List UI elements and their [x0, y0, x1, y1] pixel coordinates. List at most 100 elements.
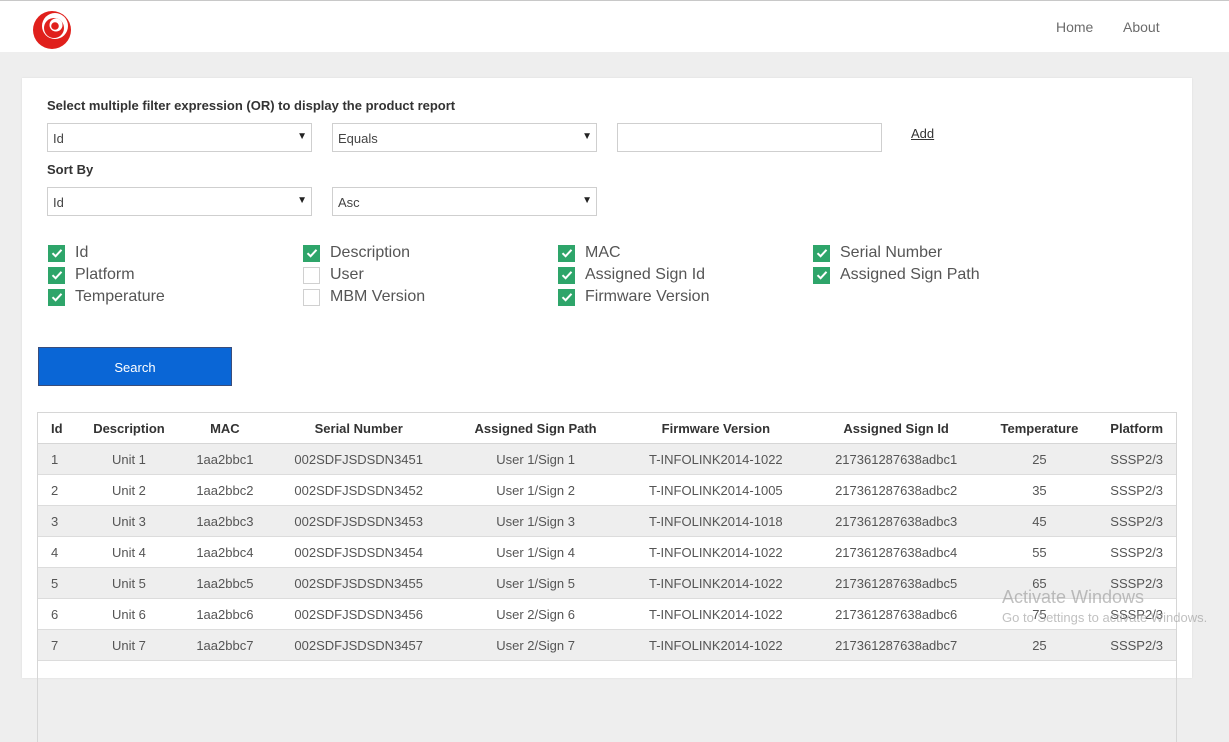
- sort-by-heading: Sort By: [47, 162, 94, 177]
- column-option-label: Id: [75, 244, 89, 261]
- nav-home-link[interactable]: Home: [1056, 19, 1093, 35]
- column-option-checkbox[interactable]: Description: [303, 242, 410, 264]
- column-option-checkbox[interactable]: MAC: [558, 242, 621, 264]
- filter-field-select[interactable]: Id ▼: [47, 123, 312, 152]
- column-option-label: Serial Number: [840, 244, 943, 261]
- table-cell: 1aa2bbc3: [181, 505, 269, 537]
- table-cell: Unit 3: [76, 505, 182, 537]
- brand-logo-icon[interactable]: [30, 8, 76, 50]
- column-header[interactable]: Description: [76, 412, 182, 444]
- checkbox-checked-icon[interactable]: [48, 244, 65, 262]
- table-cell: User 2/Sign 6: [449, 598, 622, 630]
- column-option-checkbox[interactable]: Temperature: [48, 286, 165, 308]
- table-row[interactable]: 3 Unit 3 1aa2bbc3 002SDFJSDSDN3453 User 1/Si…: [37, 505, 1177, 537]
- top-navbar: Home About: [0, 0, 1229, 52]
- table-cell: Unit 4: [76, 536, 182, 568]
- table-cell: 002SDFJSDSDN3457: [268, 629, 450, 661]
- table-cell: SSSP2/3: [1096, 598, 1177, 630]
- filter-value-input[interactable]: [617, 123, 882, 152]
- table-cell: 1aa2bbc4: [181, 536, 269, 568]
- nav-about-link[interactable]: About: [1123, 19, 1160, 35]
- table-row[interactable]: 2 Unit 2 1aa2bbc2 002SDFJSDSDN3452 User 1/Si…: [37, 474, 1177, 506]
- column-option-checkbox[interactable]: Id: [48, 242, 88, 264]
- column-option-label: MBM Version: [330, 288, 426, 305]
- table-cell: 217361287638adbc1: [809, 443, 983, 475]
- caret-down-icon: ▼: [297, 131, 307, 142]
- table-cell: SSSP2/3: [1096, 536, 1177, 568]
- checkbox-unchecked-icon[interactable]: [303, 266, 320, 284]
- column-option-checkbox[interactable]: Assigned Sign Id: [558, 264, 705, 286]
- checkbox-checked-icon[interactable]: [303, 244, 320, 262]
- caret-down-icon: ▼: [582, 131, 592, 142]
- table-cell: SSSP2/3: [1096, 629, 1177, 661]
- filter-operator-value: Equals: [338, 131, 378, 146]
- column-header[interactable]: MAC: [181, 412, 269, 444]
- column-option-checkbox[interactable]: Firmware Version: [558, 286, 709, 308]
- table-cell: T-INFOLINK2014-1018: [621, 505, 810, 537]
- table-cell: 6: [37, 598, 77, 630]
- sort-field-select[interactable]: Id ▼: [47, 187, 312, 216]
- search-button[interactable]: Search: [38, 347, 232, 386]
- checkbox-checked-icon[interactable]: [48, 288, 65, 306]
- filter-heading: Select multiple filter expression (OR) t…: [47, 98, 456, 113]
- table-header-row: Id Description MAC Serial Number Assigned Si…: [37, 412, 1177, 444]
- table-cell: 1aa2bbc1: [181, 443, 269, 475]
- table-row[interactable]: 6 Unit 6 1aa2bbc6 002SDFJSDSDN3456 User 2/Si…: [37, 598, 1177, 630]
- column-header[interactable]: Serial Number: [268, 412, 450, 444]
- checkbox-unchecked-icon[interactable]: [303, 288, 320, 306]
- add-filter-link[interactable]: Add: [911, 126, 934, 141]
- filter-operator-select[interactable]: Equals ▼: [332, 123, 597, 152]
- table-cell: 35: [982, 474, 1097, 506]
- table-cell: 25: [982, 443, 1097, 475]
- table-cell: 1: [37, 443, 77, 475]
- table-cell: 1aa2bbc6: [181, 598, 269, 630]
- sort-field-value: Id: [53, 195, 64, 210]
- table-cell: 002SDFJSDSDN3455: [268, 567, 450, 599]
- checkbox-checked-icon[interactable]: [48, 266, 65, 284]
- column-option-label: User: [330, 266, 364, 283]
- table-cell: 7: [37, 629, 77, 661]
- table-cell: User 1/Sign 1: [449, 443, 622, 475]
- column-option-checkbox[interactable]: MBM Version: [303, 286, 425, 308]
- table-row[interactable]: 4 Unit 4 1aa2bbc4 002SDFJSDSDN3454 User 1/Si…: [37, 536, 1177, 568]
- table-cell: 217361287638adbc6: [809, 598, 983, 630]
- column-option-checkbox[interactable]: User: [303, 264, 364, 286]
- table-cell: User 2/Sign 7: [449, 629, 622, 661]
- column-header[interactable]: Id: [37, 412, 77, 444]
- column-header[interactable]: Assigned Sign Id: [809, 412, 983, 444]
- table-cell: 3: [37, 505, 77, 537]
- table-cell: 5: [37, 567, 77, 599]
- table-row[interactable]: 7 Unit 7 1aa2bbc7 002SDFJSDSDN3457 User 2/Si…: [37, 629, 1177, 661]
- table-cell: Unit 5: [76, 567, 182, 599]
- table-cell: 217361287638adbc5: [809, 567, 983, 599]
- checkbox-checked-icon[interactable]: [813, 266, 830, 284]
- table-cell: 25: [982, 629, 1097, 661]
- table-cell: 1aa2bbc2: [181, 474, 269, 506]
- table-cell: 002SDFJSDSDN3456: [268, 598, 450, 630]
- column-header[interactable]: Platform: [1096, 412, 1177, 444]
- checkbox-checked-icon[interactable]: [558, 266, 575, 284]
- column-header[interactable]: Assigned Sign Path: [449, 412, 622, 444]
- sort-direction-select[interactable]: Asc ▼: [332, 187, 597, 216]
- table-cell: T-INFOLINK2014-1022: [621, 567, 810, 599]
- table-row[interactable]: 5 Unit 5 1aa2bbc5 002SDFJSDSDN3455 User 1/Si…: [37, 567, 1177, 599]
- column-option-checkbox[interactable]: Serial Number: [813, 242, 942, 264]
- checkbox-checked-icon[interactable]: [558, 288, 575, 306]
- table-cell: T-INFOLINK2014-1022: [621, 629, 810, 661]
- column-header[interactable]: Temperature: [982, 412, 1097, 444]
- table-cell: 75: [982, 598, 1097, 630]
- table-row[interactable]: 1 Unit 1 1aa2bbc1 002SDFJSDSDN3451 User 1/Si…: [37, 443, 1177, 475]
- table-cell: 45: [982, 505, 1097, 537]
- checkbox-checked-icon[interactable]: [558, 244, 575, 262]
- checkbox-checked-icon[interactable]: [813, 244, 830, 262]
- table-cell: T-INFOLINK2014-1005: [621, 474, 810, 506]
- column-option-checkbox[interactable]: Assigned Sign Path: [813, 264, 980, 286]
- table-cell: 217361287638adbc3: [809, 505, 983, 537]
- table-cell: Unit 6: [76, 598, 182, 630]
- table-cell: User 1/Sign 3: [449, 505, 622, 537]
- table-cell: 65: [982, 567, 1097, 599]
- column-option-label: Assigned Sign Path: [840, 266, 980, 283]
- column-header[interactable]: Firmware Version: [621, 412, 810, 444]
- column-option-checkbox[interactable]: Platform: [48, 264, 135, 286]
- column-option-label: Firmware Version: [585, 288, 710, 305]
